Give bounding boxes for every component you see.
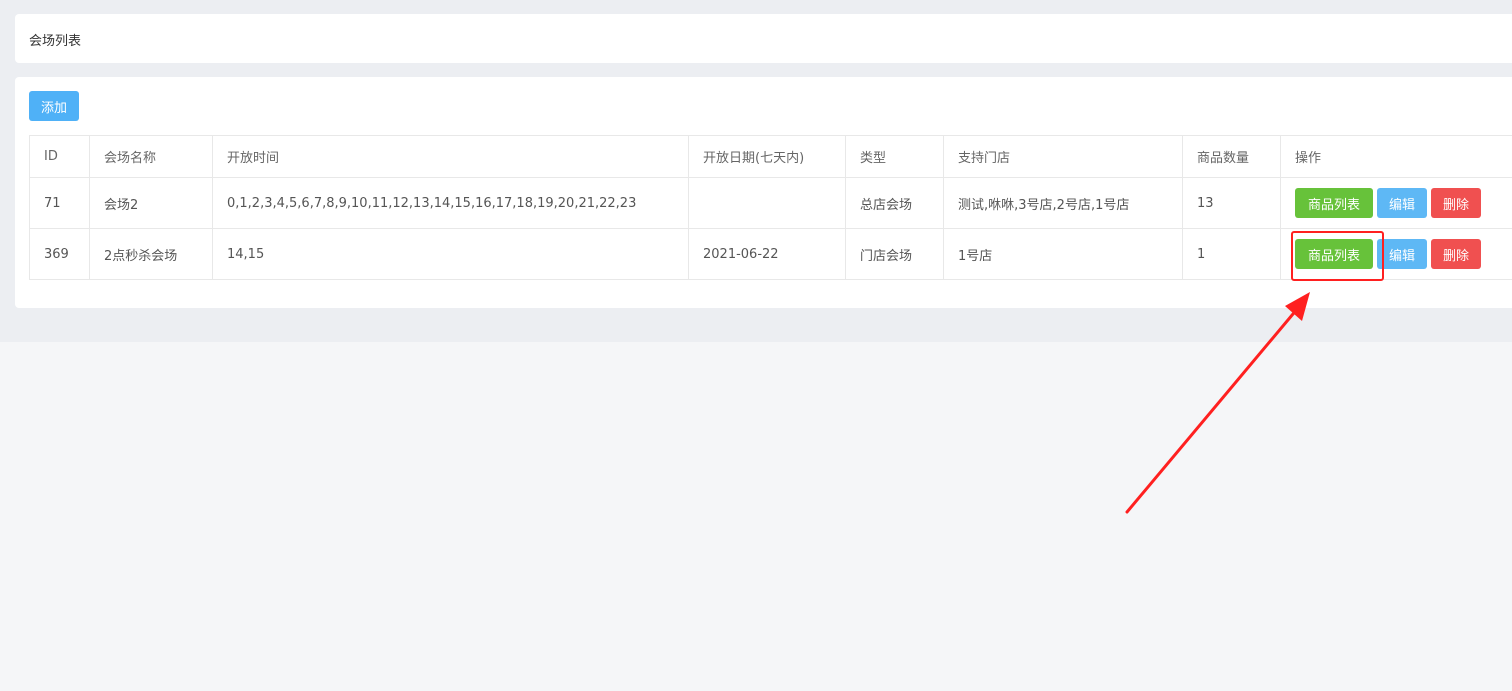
table-row: 369 2点秒杀会场 14,15 2021-06-22 门店会场 1号店 1 商… — [29, 228, 1512, 280]
edit-button[interactable]: 编辑 — [1377, 188, 1427, 218]
venue-table: ID 会场名称 开放时间 开放日期(七天内) 类型 支持门店 商品数量 操作 7… — [29, 135, 1512, 280]
cell-name: 2点秒杀会场 — [89, 228, 213, 280]
annotation-highlight-box — [1291, 231, 1384, 281]
cell-actions: 商品列表 编辑 删除 — [1280, 177, 1512, 229]
header-stores: 支持门店 — [943, 135, 1183, 178]
page-header-card: 会场列表 — [15, 14, 1512, 63]
header-name: 会场名称 — [89, 135, 213, 178]
page-title: 会场列表 — [29, 34, 82, 49]
header-open-date: 开放日期(七天内) — [688, 135, 846, 178]
table-row: 71 会场2 0,1,2,3,4,5,6,7,8,9,10,11,12,13,1… — [29, 177, 1512, 229]
cell-type: 门店会场 — [845, 228, 944, 280]
header-open-time: 开放时间 — [212, 135, 689, 178]
cell-open-time: 0,1,2,3,4,5,6,7,8,9,10,11,12,13,14,15,16… — [212, 177, 689, 229]
cell-open-date: 2021-06-22 — [688, 228, 846, 280]
header-goods-count: 商品数量 — [1182, 135, 1281, 178]
header-id: ID — [29, 135, 90, 178]
cell-type: 总店会场 — [845, 177, 944, 229]
cell-open-date — [688, 177, 846, 229]
cell-name: 会场2 — [89, 177, 213, 229]
cell-id: 369 — [29, 228, 90, 280]
cell-stores: 测试,咻咻,3号店,2号店,1号店 — [943, 177, 1183, 229]
header-type: 类型 — [845, 135, 944, 178]
delete-button[interactable]: 删除 — [1431, 239, 1481, 269]
add-button[interactable]: 添加 — [29, 91, 79, 121]
cell-open-time: 14,15 — [212, 228, 689, 280]
header-actions: 操作 — [1280, 135, 1512, 178]
cell-goods-count: 1 — [1182, 228, 1281, 280]
cell-id: 71 — [29, 177, 90, 229]
venue-list-card: 添加 ID 会场名称 开放时间 开放日期(七天内) 类型 支持门店 商品数量 操… — [15, 77, 1512, 308]
goods-list-button[interactable]: 商品列表 — [1295, 188, 1373, 218]
delete-button[interactable]: 删除 — [1431, 188, 1481, 218]
cell-goods-count: 13 — [1182, 177, 1281, 229]
cell-stores: 1号店 — [943, 228, 1183, 280]
table-header-row: ID 会场名称 开放时间 开放日期(七天内) 类型 支持门店 商品数量 操作 — [29, 135, 1512, 178]
edit-button[interactable]: 编辑 — [1377, 239, 1427, 269]
